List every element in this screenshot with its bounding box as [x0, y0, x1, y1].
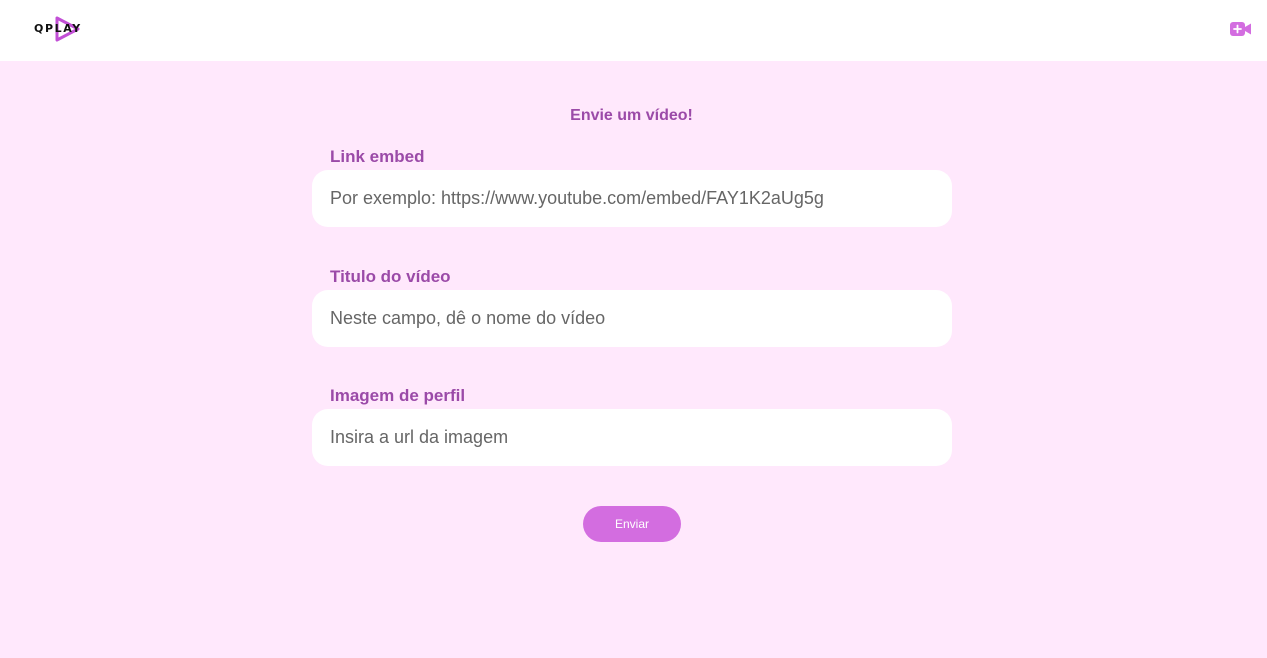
top-bar: QPLAY — [0, 0, 1267, 61]
video-plus-icon — [1230, 22, 1251, 36]
add-video-button[interactable] — [1229, 19, 1253, 39]
upload-form-area: Envie um vídeo! Link embed Titulo do víd… — [0, 61, 1267, 658]
qplay-logo[interactable]: QPLAY — [34, 14, 96, 44]
submit-button[interactable]: Enviar — [583, 506, 681, 542]
link-embed-input[interactable] — [312, 170, 952, 227]
video-title-input[interactable] — [312, 290, 952, 347]
video-title-label: Titulo do vídeo — [330, 267, 451, 286]
link-embed-label: Link embed — [330, 147, 425, 166]
profile-image-label: Imagem de perfil — [330, 386, 466, 405]
form-title: Envie um vídeo! — [570, 107, 693, 124]
profile-image-input[interactable] — [312, 409, 952, 466]
logo-text: QPLAY — [34, 22, 82, 35]
